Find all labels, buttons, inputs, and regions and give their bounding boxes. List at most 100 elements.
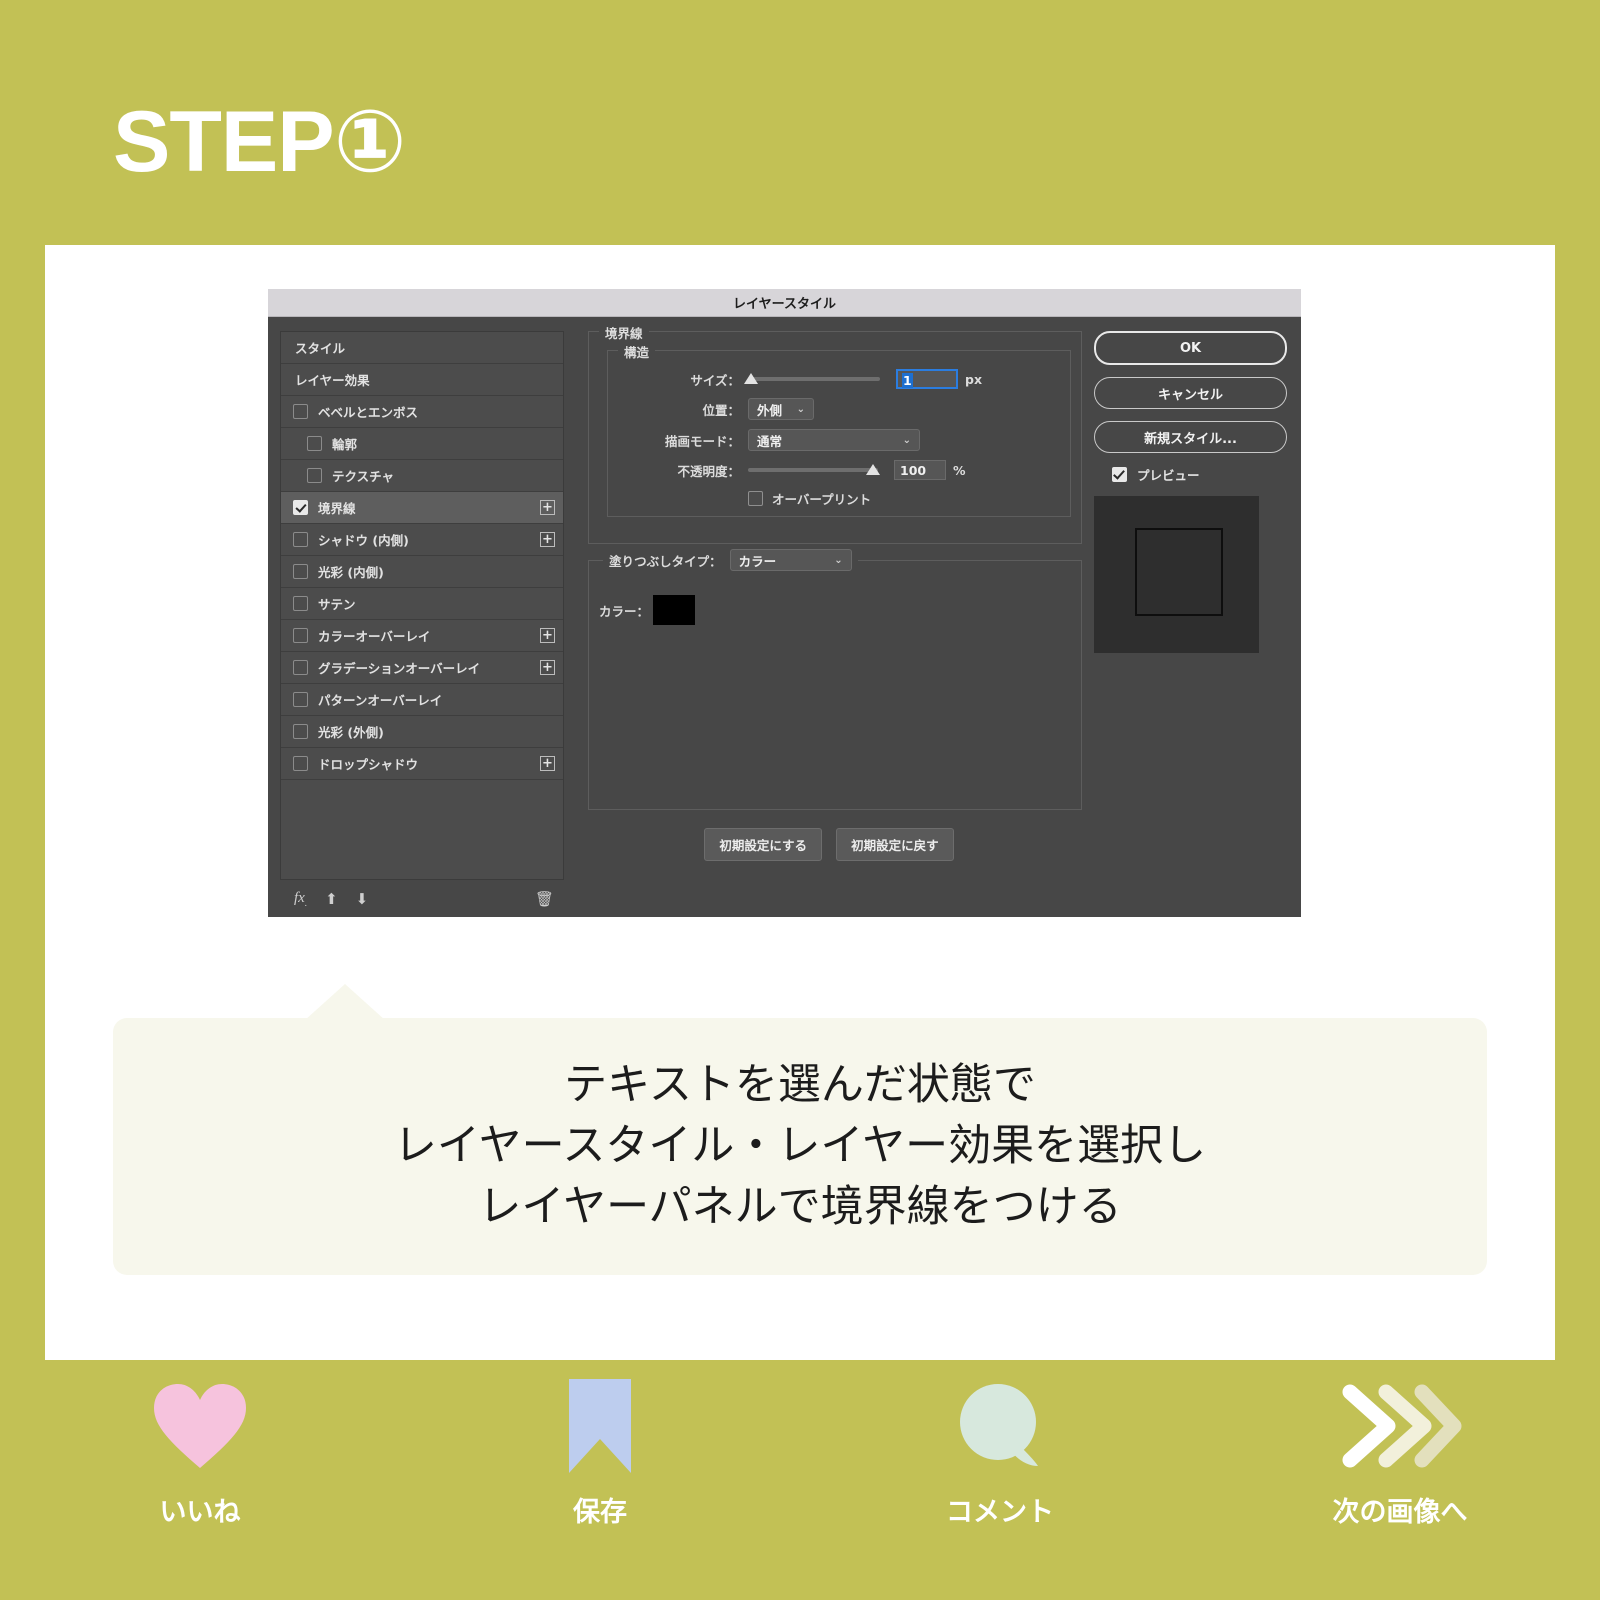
opacity-input[interactable]: 100 (894, 460, 946, 480)
style-item-checkbox[interactable] (293, 500, 308, 515)
dialog-titlebar: レイヤースタイル (268, 289, 1301, 317)
preview-row[interactable]: プレビュー (1112, 465, 1287, 484)
style-item-label: シャドウ (内側) (318, 533, 409, 548)
footer-action-next[interactable]: 次の画像へ (1200, 1380, 1600, 1570)
style-list-item[interactable]: ベベルとエンボス (281, 396, 563, 428)
make-default-button[interactable]: 初期設定にする (704, 828, 823, 861)
fx-icon[interactable]: fx. (294, 890, 307, 908)
overprint-checkbox[interactable] (748, 491, 763, 506)
blend-mode-label: 描画モード： (664, 433, 740, 449)
style-list-item[interactable]: 光彩 (外側) (281, 716, 563, 748)
preview-checkbox[interactable] (1112, 467, 1127, 482)
style-list-item[interactable]: 光彩 (内側) (281, 556, 563, 588)
caption-bubble-tail (305, 984, 385, 1020)
style-list-item[interactable]: サテン (281, 588, 563, 620)
blend-mode-select-value: 通常 (757, 433, 783, 449)
style-item-checkbox[interactable] (293, 724, 308, 739)
style-item-label: カラーオーバーレイ (318, 629, 431, 644)
style-item-label: グラデーションオーバーレイ (318, 661, 481, 676)
style-item-checkbox[interactable] (293, 756, 308, 771)
style-item-checkbox[interactable] (293, 596, 308, 611)
overprint-row[interactable]: オーバープリント (748, 489, 1062, 508)
size-unit: px (965, 371, 983, 387)
border-section-legend: 境界線 (599, 323, 649, 342)
arrow-down-icon[interactable]: ⬇ (356, 890, 369, 908)
blend-mode-select[interactable]: 通常 ⌄ (748, 429, 920, 451)
preview-thumbnail (1094, 496, 1259, 653)
add-effect-icon[interactable]: + (540, 756, 555, 771)
size-input-value: 1 (902, 373, 913, 388)
style-list-item[interactable]: スタイル (281, 332, 563, 364)
footer-action-like[interactable]: いいね (0, 1380, 400, 1570)
chevron-down-icon: ⌄ (796, 403, 805, 415)
ok-button[interactable]: OK (1094, 331, 1287, 365)
style-item-checkbox[interactable] (293, 628, 308, 643)
reset-default-button[interactable]: 初期設定に戻す (836, 828, 954, 861)
color-row: カラー： (599, 595, 1071, 625)
settings-column: 境界線 構造 サイズ： 1 px 位置： 外側 ⌄ 描画モード： 通常 ⌄ 不透… (570, 317, 1090, 918)
position-row: 位置： 外側 ⌄ (612, 398, 1062, 420)
style-list-item[interactable]: 境界線 + (281, 492, 563, 524)
dialog-body: スタイル レイヤー効果 ベベルとエンボス 輪郭 テクスチャ 境界線 + シャドウ (内側) + 光… (268, 317, 1301, 918)
opacity-label: 不透明度： (677, 463, 740, 479)
styles-toolbar: fx. ⬆ ⬇ 🗑 (280, 880, 564, 918)
style-list-item[interactable]: パターンオーバーレイ (281, 684, 563, 716)
comment-icon (954, 1380, 1046, 1472)
new-style-button[interactable]: 新規スタイル... (1094, 421, 1287, 453)
add-effect-icon[interactable]: + (540, 500, 555, 515)
caption-line: テキストを選んだ状態で (564, 1059, 1036, 1110)
style-list-item[interactable]: グラデーションオーバーレイ + (281, 652, 563, 684)
opacity-input-value: 100 (900, 463, 927, 478)
footer-label: コメント (946, 1497, 1054, 1528)
dialog-title: レイヤースタイル (733, 297, 836, 312)
chevrons-right-icon (1336, 1380, 1464, 1472)
style-list-item[interactable]: レイヤー効果 (281, 364, 563, 396)
style-item-checkbox[interactable] (293, 692, 308, 707)
opacity-slider-knob[interactable] (866, 464, 880, 475)
caption-bubble: テキストを選んだ状態で レイヤースタイル・レイヤー効果を選択し レイヤーパネルで… (113, 1018, 1487, 1275)
actions-column: OK キャンセル 新規スタイル... プレビュー (1090, 317, 1295, 918)
size-slider-knob[interactable] (744, 373, 758, 384)
size-input[interactable]: 1 (896, 369, 958, 389)
layer-style-dialog: レイヤースタイル スタイル レイヤー効果 ベベルとエンボス 輪郭 テクスチャ 境界線 + シャ… (268, 289, 1301, 917)
style-item-checkbox[interactable] (307, 468, 322, 483)
style-list-item[interactable]: ドロップシャドウ + (281, 748, 563, 780)
size-slider[interactable] (744, 373, 880, 384)
style-list-item[interactable]: シャドウ (内側) + (281, 524, 563, 556)
add-effect-icon[interactable]: + (540, 628, 555, 643)
arrow-up-icon[interactable]: ⬆ (325, 890, 338, 908)
preview-square-shape (1135, 528, 1223, 616)
style-item-checkbox[interactable] (293, 404, 308, 419)
color-swatch[interactable] (653, 595, 696, 625)
position-label: 位置： (702, 402, 740, 418)
bookmark-icon (567, 1379, 633, 1473)
size-label: サイズ： (690, 372, 740, 388)
style-list-item[interactable]: カラーオーバーレイ + (281, 620, 563, 652)
blend-mode-row: 描画モード： 通常 ⌄ (612, 429, 1062, 451)
step-banner: STEP① (45, 45, 600, 238)
style-list-item[interactable]: 輪郭 (281, 428, 563, 460)
fill-type-select[interactable]: カラー ⌄ (729, 549, 852, 571)
cancel-button[interactable]: キャンセル (1094, 377, 1287, 409)
position-select[interactable]: 外側 ⌄ (748, 398, 814, 420)
structure-legend: 構造 (618, 342, 656, 361)
style-item-label: 境界線 (318, 501, 356, 516)
style-list-item[interactable]: テクスチャ (281, 460, 563, 492)
add-effect-icon[interactable]: + (540, 532, 555, 547)
styles-list-empty-space (281, 780, 563, 879)
style-item-checkbox[interactable] (293, 660, 308, 675)
styles-list[interactable]: スタイルレイヤー効果 ベベルとエンボス 輪郭 テクスチャ境界線 + シャドウ (内側) + 光… (280, 331, 564, 880)
opacity-slider[interactable] (748, 464, 880, 475)
footer-action-comment[interactable]: コメント (800, 1380, 1200, 1570)
heart-icon (152, 1380, 248, 1472)
footer-action-save[interactable]: 保存 (400, 1379, 800, 1570)
add-effect-icon[interactable]: + (540, 660, 555, 675)
style-item-label: パターンオーバーレイ (318, 693, 443, 708)
border-section: 境界線 構造 サイズ： 1 px 位置： 外側 ⌄ 描画モード： 通常 ⌄ 不透… (588, 323, 1082, 544)
trash-icon[interactable]: 🗑 (535, 890, 554, 908)
style-item-checkbox[interactable] (307, 436, 322, 451)
style-item-checkbox[interactable] (293, 532, 308, 547)
style-item-checkbox[interactable] (293, 564, 308, 579)
style-item-label: スタイル (295, 341, 346, 356)
position-select-value: 外側 (757, 402, 783, 418)
